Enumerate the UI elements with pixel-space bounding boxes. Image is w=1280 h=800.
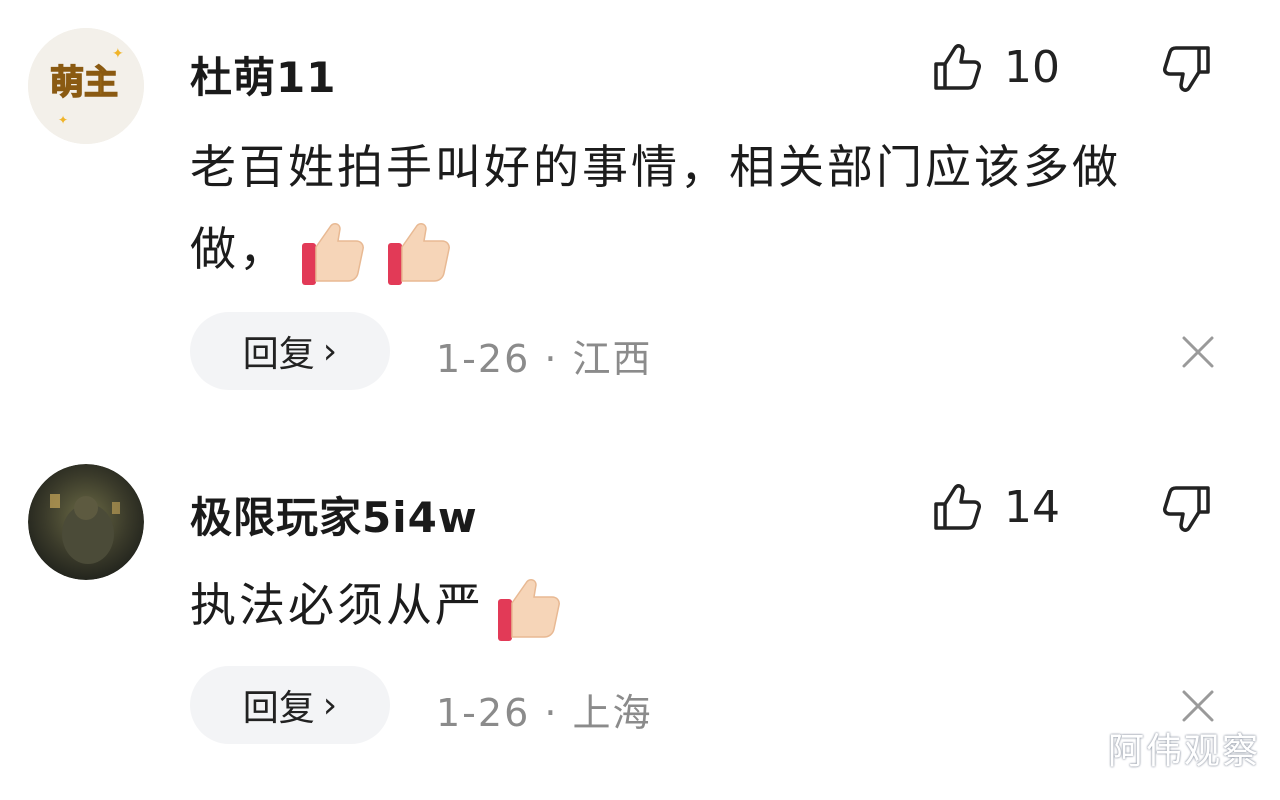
thumbs-up-outline-icon <box>934 44 981 90</box>
thumbs-down-outline-icon[interactable] <box>1160 42 1214 96</box>
comment-date: 1-26 <box>436 691 531 735</box>
chevron-right-icon: › <box>322 684 338 726</box>
comment-item-2: 极限玩家5i4w 14 执法必须从严 回复 › 1-26 · 上海 <box>0 440 1280 800</box>
like-count: 10 <box>1004 41 1060 93</box>
thumbs-up-emoji <box>498 578 560 641</box>
watermark: 阿伟观察 <box>1107 731 1260 772</box>
username[interactable]: 杜萌11 <box>190 44 336 105</box>
avatar-photo <box>28 464 144 580</box>
username[interactable]: 极限玩家5i4w <box>190 484 478 545</box>
comment-date: 1-26 <box>436 337 531 381</box>
close-icon[interactable] <box>1178 332 1218 372</box>
comment-body: 执法必须从严 <box>190 578 484 632</box>
close-icon[interactable] <box>1178 686 1218 726</box>
svg-text:✦: ✦ <box>58 113 68 127</box>
comment-meta: 1-26 · 上海 <box>436 682 653 737</box>
comment-text: 老百姓拍手叫好的事情，相关部门应该多做做， <box>190 126 1200 293</box>
thumbs-up-outline-icon <box>934 484 981 530</box>
meta-separator: · <box>544 337 559 381</box>
comment-meta: 1-26 · 江西 <box>436 328 653 383</box>
chevron-right-icon: › <box>322 330 338 372</box>
thumbs-up-emoji <box>302 222 364 285</box>
comment-location: 上海 <box>572 691 653 735</box>
thumbs-up-emoji <box>388 222 450 285</box>
meta-separator: · <box>544 691 559 735</box>
like-button[interactable]: 10 <box>930 40 1060 94</box>
avatar[interactable] <box>28 464 144 580</box>
comment-text: 执法必须从严 <box>190 564 1200 649</box>
avatar[interactable]: 萌主 ✦ ✦ <box>28 28 144 144</box>
svg-text:✦: ✦ <box>112 46 124 62</box>
reply-button[interactable]: 回复 › <box>190 312 390 390</box>
avatar-badge-image: 萌主 ✦ ✦ <box>28 28 144 144</box>
avatar-badge-text: 萌主 <box>50 63 118 103</box>
reply-label: 回复 <box>242 334 315 375</box>
like-count: 14 <box>1004 481 1060 533</box>
reply-button[interactable]: 回复 › <box>190 666 390 744</box>
comment-item-1: 萌主 ✦ ✦ 杜萌11 10 老百姓拍手叫好的事情，相关部门应该多做做， 回复 … <box>0 0 1280 430</box>
like-button[interactable]: 14 <box>930 480 1060 534</box>
thumbs-down-outline-icon[interactable] <box>1160 482 1214 536</box>
comment-location: 江西 <box>572 337 653 381</box>
reply-label: 回复 <box>242 688 315 729</box>
